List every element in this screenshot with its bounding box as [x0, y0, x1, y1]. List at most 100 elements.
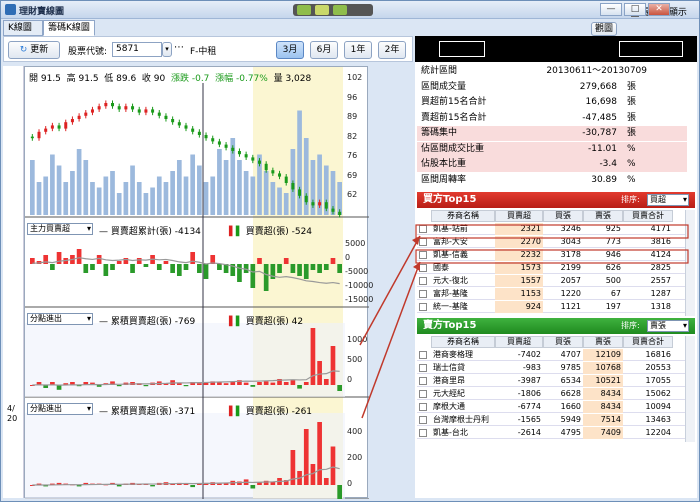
broker-name: 摩根大通: [433, 402, 465, 411]
candle-body: [111, 103, 115, 107]
period-3m-button[interactable]: 3月: [276, 41, 304, 59]
panel2-axis-label: 0: [345, 253, 351, 262]
stat-row: 區間周轉率 30.89%: [417, 173, 687, 188]
table-cell: 1573: [495, 262, 543, 274]
candle-body: [304, 195, 308, 203]
window-title: 理財寶線圖: [19, 7, 65, 17]
stat-unit: 張: [627, 97, 637, 107]
stat-value: -30,787: [582, 128, 617, 138]
table-row[interactable]: 凱基-站前 2321 3246 925 4171: [417, 223, 685, 235]
code-dropdown-button[interactable]: ▾: [162, 42, 172, 57]
main-force-bar: [337, 264, 342, 273]
row-checkbox[interactable]: [419, 390, 427, 398]
row-checkbox[interactable]: [419, 429, 427, 437]
main-force-bar: [310, 264, 316, 270]
broker-name: 凱基-信義: [433, 250, 468, 259]
row-checkbox[interactable]: [419, 277, 427, 285]
panel4-axis-label: 0: [347, 479, 353, 488]
row-checkbox[interactable]: [419, 416, 427, 424]
chart-area[interactable]: 開 91.5 高 91.5 低 89.6 收 90 漲跌 -0.7 漲幅 -0.…: [24, 66, 373, 499]
table-row[interactable]: 元大經紀 -1806 6628 8434 15062: [417, 388, 685, 400]
row-checkbox[interactable]: [419, 238, 427, 246]
tab-kline[interactable]: K線圖: [3, 20, 43, 36]
buy-scrollbar[interactable]: [685, 210, 695, 316]
row-checkbox[interactable]: [419, 403, 427, 411]
tab-chip-kline[interactable]: 籌碼K線圖: [43, 20, 95, 36]
row-checkbox[interactable]: [419, 290, 427, 298]
main-force-bar: [163, 261, 169, 264]
row-checkbox[interactable]: [419, 364, 427, 372]
candle-body: [237, 151, 241, 155]
table-cell: 5949: [560, 415, 581, 424]
table-header: 買賣合計: [623, 336, 673, 348]
row-checkbox[interactable]: [419, 225, 427, 233]
price-axis-label: 62: [347, 190, 358, 199]
table-row[interactable]: 凱基-台北 -2614 4795 7409 12204: [417, 427, 685, 439]
table-row[interactable]: 台灣摩根士丹利 -1565 5949 7514 13463: [417, 414, 685, 426]
period-6m-button[interactable]: 6月: [310, 41, 338, 59]
table-cell: 4171: [650, 224, 671, 233]
main-force-bar: [170, 264, 175, 273]
panel2-net-label: ▌▌ 買賣超(張) -524: [229, 227, 313, 237]
table-cell: 2321: [495, 223, 543, 235]
row-checkbox[interactable]: [419, 377, 427, 385]
main-force-bar: [203, 264, 209, 279]
candle-body: [224, 144, 228, 148]
volume-bar: [76, 149, 82, 215]
row-checkbox[interactable]: [419, 251, 427, 259]
main-force-bar: [130, 264, 135, 273]
table-cell: 7514: [583, 414, 623, 426]
branch-select-2[interactable]: 分點進出: [27, 403, 93, 415]
stat-unit: 張: [627, 81, 637, 92]
view-chart-button[interactable]: 觀圖: [591, 22, 617, 36]
sell-sort-select[interactable]: 賣張: [647, 320, 689, 332]
table-cell: 17055: [645, 376, 671, 385]
table-cell: 500: [605, 276, 621, 285]
quick-toolbar[interactable]: [293, 4, 373, 16]
table-row[interactable]: 摩根大通 -6774 1660 8434 10094: [417, 401, 685, 413]
table-row[interactable]: 富邦-基隆 1153 1220 67 1287: [417, 288, 685, 300]
table-row[interactable]: 瑞士信貸 -983 9785 10768 20553: [417, 362, 685, 374]
main-force-bar: [317, 264, 322, 273]
close-button[interactable]: ✕: [648, 3, 670, 16]
minimize-button[interactable]: —: [600, 3, 622, 16]
search-icon[interactable]: ⋯: [174, 42, 184, 53]
table-cell: 6534: [560, 376, 581, 385]
row-checkbox[interactable]: [419, 264, 427, 272]
stat-row: 佔區間成交比重 -11.01%: [417, 141, 687, 157]
buy-sort-select[interactable]: 買超: [647, 194, 689, 206]
table-row[interactable]: 凱基-信義 2232 3178 946 4124: [417, 249, 685, 261]
table-row[interactable]: 元大-復北 1557 2057 500 2557: [417, 275, 685, 287]
main-force-select[interactable]: 主力買賣超: [27, 223, 93, 235]
stat-unit: 張: [627, 128, 637, 138]
sell-scrollbar[interactable]: [685, 336, 695, 442]
table-row[interactable]: 統一-基隆 924 1121 197 1318: [417, 301, 685, 313]
restore-button[interactable]: □: [624, 3, 646, 16]
volume-bar: [297, 110, 302, 215]
stat-key: 賣超前15名合計: [421, 112, 487, 123]
branch1-bar: [297, 385, 302, 389]
volume-bar: [270, 182, 276, 215]
price-axis-label: 76: [347, 151, 358, 160]
stock-code-input[interactable]: 5871: [112, 42, 162, 57]
table-row[interactable]: 富邦-大安 2270 3043 773 3816: [417, 236, 685, 248]
candle-body: [70, 119, 74, 123]
price-axis-label: 102: [347, 73, 363, 82]
volume-bar: [156, 176, 162, 215]
refresh-button[interactable]: ↻ 更新: [8, 41, 60, 59]
table-row[interactable]: 國泰 1573 2199 626 2825: [417, 262, 685, 274]
branch2-bar: [116, 485, 122, 487]
row-checkbox[interactable]: [419, 351, 427, 359]
period-2y-button[interactable]: 2年: [378, 41, 406, 59]
period-1y-button[interactable]: 1年: [344, 41, 372, 59]
main-force-bar: [190, 252, 196, 264]
branch2-bar: [303, 429, 309, 485]
table-row[interactable]: 港商里昂 -3987 6534 10521 17055: [417, 375, 685, 387]
table-cell: 2199: [560, 263, 581, 272]
volume-bar: [183, 176, 189, 215]
table-row[interactable]: 港商麥格理 -7402 4707 12109 16816: [417, 349, 685, 361]
candle-body: [191, 128, 195, 132]
branch2-bar: [317, 422, 322, 485]
branch-select-1[interactable]: 分點進出: [27, 313, 93, 325]
row-checkbox[interactable]: [419, 303, 427, 311]
